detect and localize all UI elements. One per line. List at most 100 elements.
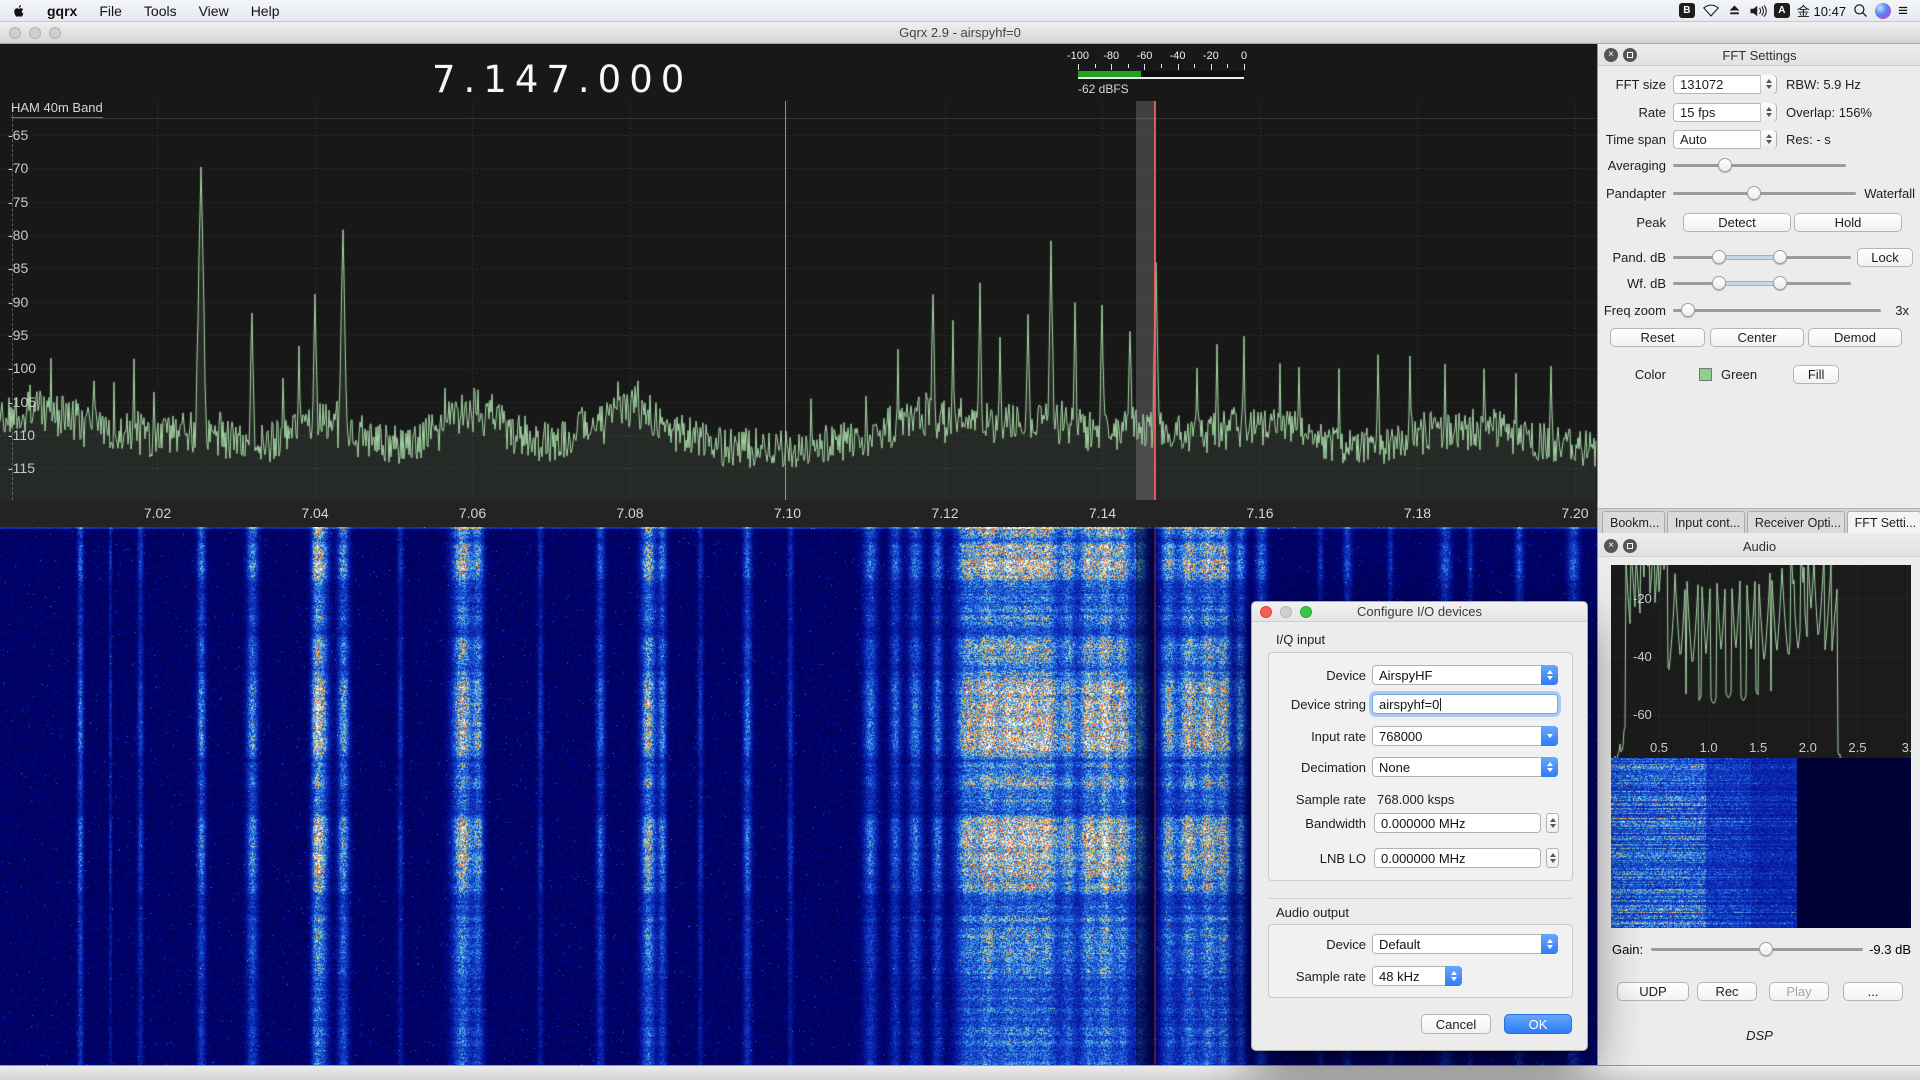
apple-menu[interactable]: [0, 0, 36, 22]
freq-zoom-slider[interactable]: [1673, 302, 1881, 318]
dock-tab-receiveropti[interactable]: Receiver Opti...: [1747, 511, 1845, 533]
menu-app-name[interactable]: gqrx: [36, 0, 88, 22]
dialog-separator: [1268, 898, 1573, 899]
input-source-icon[interactable]: A: [1774, 3, 1790, 18]
wifi-icon[interactable]: [1702, 4, 1720, 17]
meter-bar: [1078, 71, 1244, 79]
fft-size-select[interactable]: 131072: [1673, 75, 1777, 94]
x-tick-label: 7.20: [1555, 505, 1595, 521]
audio-udp-button[interactable]: UDP: [1617, 982, 1689, 1001]
rate-label: Rate: [1598, 105, 1673, 120]
time-span-label: Time span: [1598, 132, 1673, 147]
audio-rec-button[interactable]: Rec: [1697, 982, 1757, 1001]
waterfall-db-range-slider[interactable]: [1673, 275, 1851, 291]
meter-tick: [1111, 64, 1112, 70]
input-rate-select[interactable]: 768000: [1372, 726, 1558, 746]
time-span-select[interactable]: Auto: [1673, 130, 1777, 149]
configure-io-dialog: Configure I/O devices I/Q input Device A…: [1251, 601, 1588, 1051]
output-device-label: Device: [1262, 937, 1366, 952]
device-select[interactable]: AirspyHF: [1372, 665, 1558, 685]
y-tick-label: -110: [8, 427, 35, 443]
menu-clock[interactable]: 金 10:47: [1797, 1, 1846, 20]
volume-icon[interactable]: [1749, 4, 1767, 18]
audio-x-tick-label: 3.: [1902, 740, 1913, 755]
lock-button[interactable]: Lock: [1857, 248, 1913, 267]
apple-icon: [11, 3, 25, 19]
demod-button[interactable]: Demod: [1808, 328, 1902, 347]
meter-tick-label: -20: [1203, 50, 1219, 62]
dialog-title: Configure I/O devices: [1252, 604, 1587, 619]
stepper-icon: [1760, 75, 1776, 94]
dock-column: × FFT Settings FFT size 131072 RBW: 5.9 …: [1597, 44, 1920, 1065]
meter-tick: [1178, 64, 1179, 70]
output-rate-select[interactable]: 48 kHz: [1372, 966, 1462, 986]
decimation-select[interactable]: None: [1372, 757, 1558, 777]
menu-help[interactable]: Help: [240, 0, 291, 22]
fill-button[interactable]: Fill: [1793, 365, 1839, 384]
freq-zoom-label: Freq zoom: [1598, 303, 1673, 318]
color-name: Green: [1721, 367, 1757, 382]
meter-tick: [1194, 64, 1195, 68]
peak-detect-button[interactable]: Detect: [1683, 213, 1791, 232]
meter-scale: -100-80-60-40-200: [1078, 50, 1244, 63]
gain-slider[interactable]: [1651, 941, 1863, 957]
audio-y-tick-label: -20: [1633, 591, 1652, 606]
overlap-readout: Overlap: 156%: [1786, 105, 1872, 120]
y-tick-label: -70: [8, 160, 28, 176]
dock-tab-fftsetti[interactable]: FFT Setti...: [1847, 511, 1920, 533]
dock-tab-inputcont[interactable]: Input cont...: [1667, 511, 1745, 533]
panel-title: FFT Settings: [1598, 48, 1920, 63]
reset-button[interactable]: Reset: [1610, 328, 1705, 347]
y-tick-label: -100: [8, 360, 36, 376]
status-b-icon[interactable]: B: [1679, 3, 1695, 18]
spotlight-icon[interactable]: [1853, 3, 1868, 18]
spectrum-canvas[interactable]: [0, 44, 1597, 500]
audio-more-button[interactable]: ...: [1843, 982, 1903, 1001]
lnb-lo-input[interactable]: 0.000000 MHz: [1374, 848, 1541, 868]
pandapter: HAM 40m Band 7.147.000 -100-80-60-40-200…: [0, 44, 1597, 527]
meter-tick: [1144, 64, 1145, 70]
pandapter-x-axis: 7.027.047.067.087.107.127.147.167.187.20: [0, 500, 1597, 527]
center-button[interactable]: Center: [1710, 328, 1804, 347]
freq-zoom-value: 3x: [1895, 303, 1909, 318]
input-rate-value: 768000: [1379, 729, 1422, 744]
audio-x-tick-label: 1.5: [1749, 740, 1767, 755]
averaging-slider[interactable]: [1673, 157, 1846, 173]
menu-tools[interactable]: Tools: [133, 0, 188, 22]
eject-icon[interactable]: [1727, 4, 1742, 17]
audio-play-button[interactable]: Play: [1769, 982, 1829, 1001]
stepper-icon[interactable]: [1546, 813, 1559, 833]
pandapter-db-range-slider[interactable]: [1673, 249, 1851, 265]
meter-ticks: [1078, 64, 1244, 70]
rate-select[interactable]: 15 fps: [1673, 103, 1777, 122]
color-swatch[interactable]: [1699, 368, 1712, 381]
bandwidth-label: Bandwidth: [1262, 816, 1366, 831]
peak-hold-button[interactable]: Hold: [1794, 213, 1902, 232]
meter-tick: [1161, 64, 1162, 68]
y-tick-label: -65: [8, 127, 28, 143]
pandapter-waterfall-slider[interactable]: [1673, 185, 1856, 201]
tuned-frequency-line[interactable]: [1154, 101, 1156, 500]
cancel-button[interactable]: Cancel: [1421, 1014, 1491, 1034]
rbw-readout: RBW: 5.9 Hz: [1786, 77, 1861, 92]
filter-bandwidth-marker[interactable]: [1136, 101, 1155, 500]
bandwidth-input[interactable]: 0.000000 MHz: [1374, 813, 1541, 833]
menu-view[interactable]: View: [188, 0, 240, 22]
output-device-select[interactable]: Default: [1372, 934, 1558, 954]
audio-x-tick-label: 1.0: [1700, 740, 1718, 755]
x-tick-label: 7.04: [295, 505, 335, 521]
waterfall-ratio-label: Waterfall: [1864, 186, 1915, 201]
output-rate-value: 48 kHz: [1379, 969, 1419, 984]
siri-icon[interactable]: [1875, 3, 1891, 19]
frequency-display[interactable]: 7.147.000: [432, 58, 692, 101]
gain-row: Gain: -9.3 dB: [1598, 939, 1920, 959]
wf-db-label: Wf. dB: [1598, 276, 1673, 291]
window-bottom-bar: [0, 1065, 1920, 1080]
device-string-input[interactable]: airspyhf=0: [1372, 694, 1558, 714]
dock-tab-bookm[interactable]: Bookm...: [1602, 511, 1665, 533]
iq-input-section-label: I/Q input: [1276, 632, 1325, 647]
menu-file[interactable]: File: [88, 0, 133, 22]
notification-center-icon[interactable]: ≡: [1898, 4, 1908, 18]
stepper-icon[interactable]: [1546, 848, 1559, 868]
ok-button[interactable]: OK: [1504, 1014, 1572, 1034]
